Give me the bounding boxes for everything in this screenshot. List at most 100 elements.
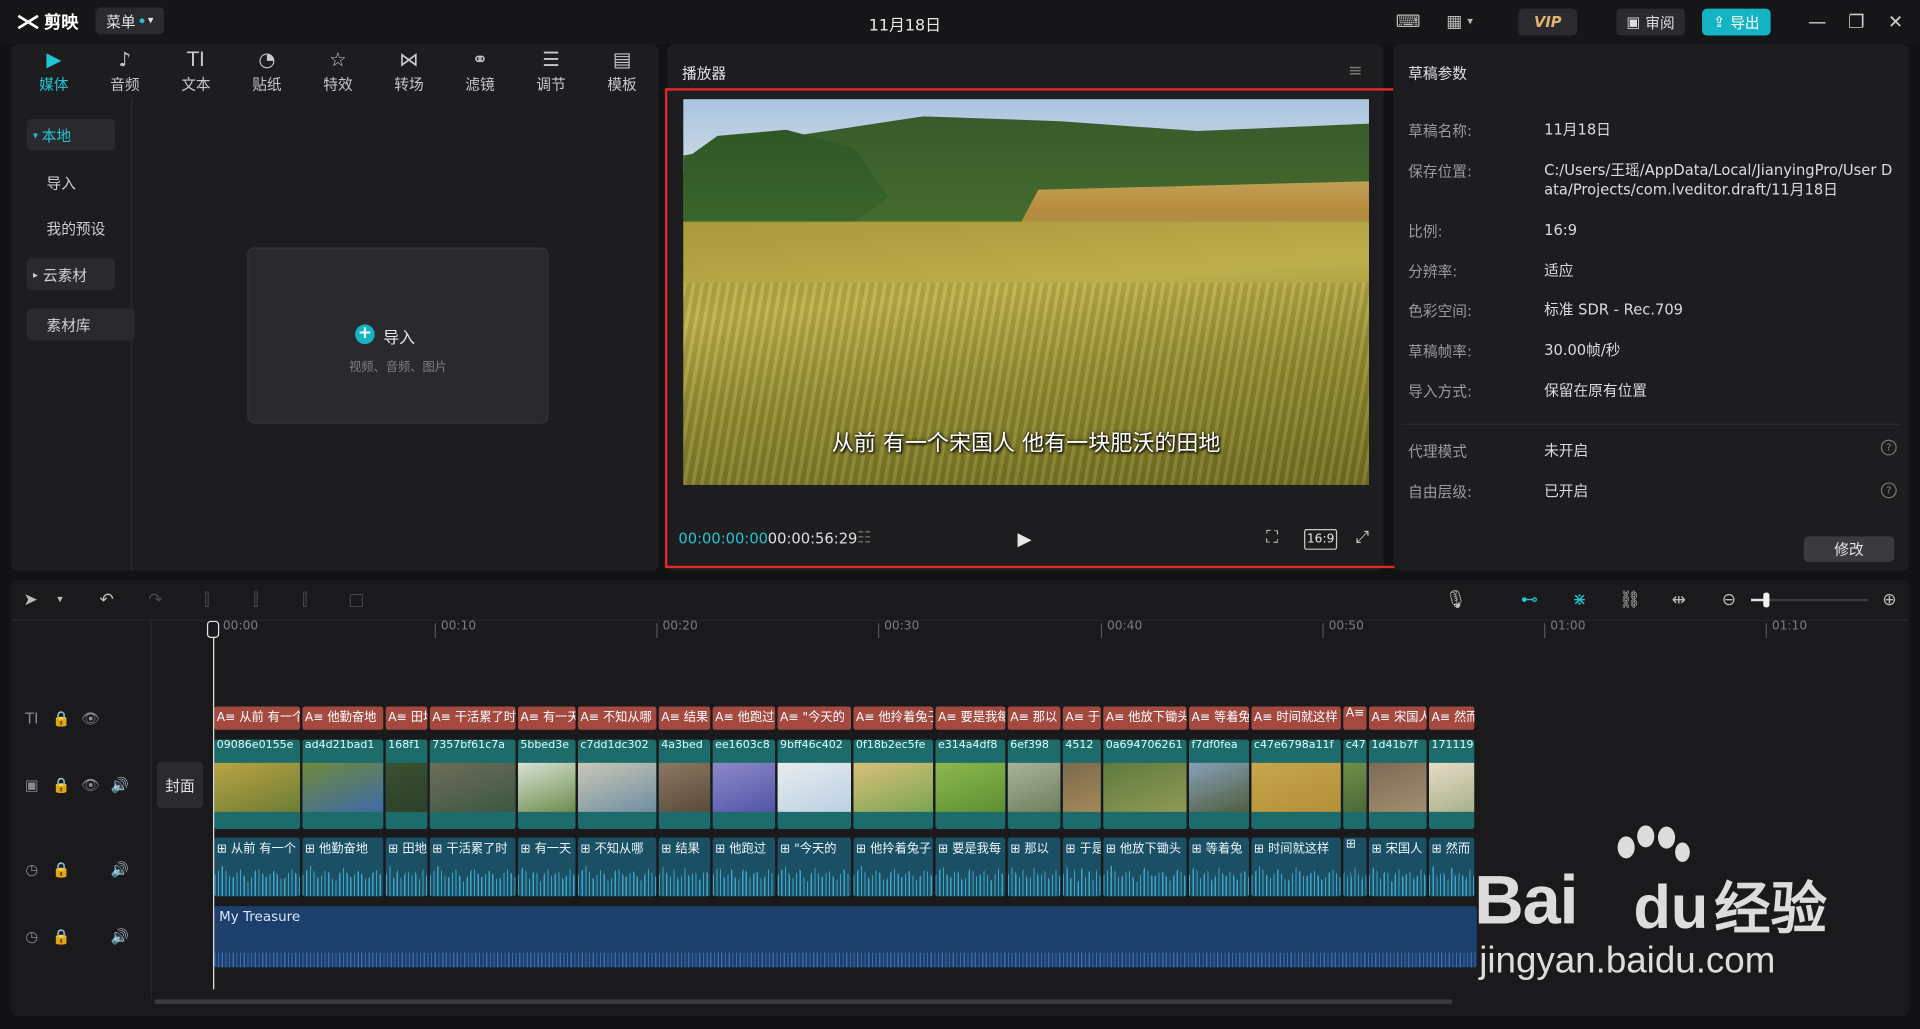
tab-audio[interactable]: ♪ 音频 xyxy=(89,44,160,98)
audio-clip[interactable]: ⊞ 结果 xyxy=(658,837,711,897)
audio-clip[interactable]: ⊞ 宋国人 xyxy=(1368,837,1427,897)
audio-clip[interactable]: ⊞ 田地 xyxy=(385,837,428,897)
text-clip[interactable]: A≡ 等着兔 xyxy=(1188,706,1249,730)
text-clip[interactable]: A≡ 要是我每 xyxy=(935,706,1006,730)
tab-sticker[interactable]: ◔ 贴纸 xyxy=(231,44,302,98)
player-menu-icon[interactable]: ≡ xyxy=(1348,61,1362,81)
text-clip[interactable]: A≡ 于是 xyxy=(1062,706,1101,730)
keyboard-shortcut-icon[interactable]: ⌨ xyxy=(1396,11,1421,33)
text-clip[interactable]: A≡ 田地 xyxy=(385,706,428,730)
text-clip[interactable]: A≡ 有一天 xyxy=(517,706,576,730)
audio-clip[interactable]: ⊞ 时间就这样 xyxy=(1251,837,1341,897)
audio-clip[interactable]: ⊞ 要是我每 xyxy=(935,837,1006,897)
tab-effects[interactable]: ☆ 特效 xyxy=(302,44,373,98)
delete-icon[interactable]: □ xyxy=(345,590,367,610)
tab-text[interactable]: TI 文本 xyxy=(160,44,231,98)
split-left-icon[interactable]: ⫿ xyxy=(245,590,267,610)
fit-screen-icon[interactable]: ⛶ xyxy=(1266,528,1278,548)
sidebar-item-local[interactable]: ▾ 本地 xyxy=(26,118,116,151)
tab-adjust[interactable]: ☰ 调节 xyxy=(516,44,587,98)
menu-button[interactable]: 菜单 ▾ xyxy=(95,7,165,35)
video-clip[interactable]: 09086e0155e xyxy=(214,739,301,829)
select-cursor-icon[interactable]: ➤ xyxy=(20,590,42,610)
video-clip[interactable]: 7357bf61c7a xyxy=(429,739,516,829)
video-clip[interactable]: 168f1 xyxy=(385,739,428,829)
audio-clip[interactable]: ⊞ "今天的 xyxy=(777,837,852,897)
audio-clip[interactable]: ⊞ 他拎着兔子 xyxy=(853,837,934,897)
text-clip[interactable]: A≡ 他勤奋地 xyxy=(302,706,384,730)
video-clip[interactable]: 5bbed3e xyxy=(517,739,576,829)
export-button[interactable]: ⇪ 导出 xyxy=(1702,8,1771,36)
eye-icon[interactable]: 👁 xyxy=(81,710,101,727)
text-clip[interactable]: A≡ 从前 有一个 xyxy=(214,706,301,730)
lock-icon[interactable]: 🔒 xyxy=(51,776,71,793)
text-clip[interactable]: A≡ 结果 xyxy=(658,706,711,730)
video-clip[interactable]: f7df0fea xyxy=(1188,739,1249,829)
auto-snap-icon[interactable]: ⋇ xyxy=(1566,590,1593,610)
preview-axis-icon[interactable]: ⇹ xyxy=(1665,590,1692,610)
eye-icon[interactable]: 👁 xyxy=(81,776,101,793)
audio-clip[interactable]: ⊞ 他放下锄头 xyxy=(1103,837,1187,897)
lock-icon[interactable]: 🔒 xyxy=(51,928,71,945)
video-clip[interactable]: 9bff46c402 xyxy=(777,739,852,829)
tab-media[interactable]: ▶ 媒体 xyxy=(18,44,89,98)
video-clip[interactable]: c7dd1dc302 xyxy=(577,739,657,829)
import-card[interactable]: + 导入 视频、音频、图片 xyxy=(247,247,549,424)
text-clip[interactable]: A≡ 那以 xyxy=(1007,706,1061,730)
video-clip[interactable]: 171119 xyxy=(1428,739,1475,829)
text-clip[interactable]: A≡ 他跑过 xyxy=(712,706,776,730)
fullscreen-icon[interactable]: ⤢ xyxy=(1356,528,1370,548)
edit-button[interactable]: 修改 xyxy=(1803,536,1895,563)
video-clip[interactable]: 4512 xyxy=(1062,739,1101,829)
video-clip[interactable]: 1d41b7f xyxy=(1368,739,1427,829)
volume-icon[interactable]: 🔊 xyxy=(110,928,130,945)
zoom-slider-handle[interactable] xyxy=(1763,592,1770,608)
lock-icon[interactable]: 🔒 xyxy=(51,861,71,878)
help-icon[interactable]: ? xyxy=(1880,482,1897,499)
main-track-magnet-icon[interactable]: ⊷ xyxy=(1516,590,1543,610)
link-icon[interactable]: ⛓ xyxy=(1616,590,1643,610)
text-clip[interactable]: A≡ 然而 xyxy=(1428,706,1475,730)
audio-clip[interactable]: ⊞ 于是 xyxy=(1062,837,1101,897)
video-clip[interactable]: 0a694706261 xyxy=(1103,739,1187,829)
split-right-icon[interactable]: ⫿ xyxy=(294,590,316,610)
zoom-in-icon[interactable]: ⊕ xyxy=(1878,590,1900,610)
close-icon[interactable]: ✕ xyxy=(1883,10,1907,34)
cover-button[interactable]: 封面 xyxy=(156,761,204,809)
layout-icon[interactable]: ▦ ▾ xyxy=(1440,11,1479,33)
playhead-handle[interactable] xyxy=(206,620,220,638)
audio-clip[interactable]: ⊞ 干活累了时 xyxy=(429,837,516,897)
sidebar-item-library[interactable]: 素材库 xyxy=(26,308,135,341)
microphone-icon[interactable]: 🎙 xyxy=(1445,590,1467,610)
video-clip[interactable]: ad4d21bad1 xyxy=(302,739,384,829)
video-clip[interactable]: c47e6798a11f xyxy=(1251,739,1341,829)
minimize-icon[interactable]: — xyxy=(1805,10,1829,34)
audio-clip[interactable]: ⊞ 他勤奋地 xyxy=(302,837,384,897)
volume-icon[interactable]: 🔊 xyxy=(110,776,130,793)
split-icon[interactable]: ⫿ xyxy=(196,590,218,610)
text-clip[interactable]: A≡ xyxy=(1343,706,1367,730)
chevron-down-icon[interactable]: ▾ xyxy=(49,590,71,610)
audio-clip[interactable]: ⊞ 有一天 xyxy=(517,837,576,897)
text-clip[interactable]: A≡ "今天的 xyxy=(777,706,852,730)
lock-icon[interactable]: 🔒 xyxy=(51,710,71,727)
audio-clip[interactable]: ⊞ xyxy=(1343,837,1367,897)
video-clip[interactable]: 4a3bed xyxy=(658,739,711,829)
timeline-list-icon[interactable]: ☷ xyxy=(857,529,871,547)
audio-clip[interactable]: ⊞ 等着兔 xyxy=(1188,837,1249,897)
vip-button[interactable]: VIP xyxy=(1518,8,1578,36)
sidebar-item-import[interactable]: 导入 xyxy=(27,167,135,199)
music-clip[interactable]: My Treasure xyxy=(214,906,1477,968)
audio-clip[interactable]: ⊞ 那以 xyxy=(1007,837,1061,897)
tab-template[interactable]: ▤ 模板 xyxy=(587,44,658,98)
text-clip[interactable]: A≡ 宋国人 xyxy=(1368,706,1427,730)
video-clip[interactable]: 6ef398 xyxy=(1007,739,1061,829)
tab-filter[interactable]: ⚭ 滤镜 xyxy=(444,44,515,98)
video-clip[interactable]: c47 xyxy=(1343,739,1367,829)
sidebar-item-my-presets[interactable]: 我的预设 xyxy=(27,212,135,244)
text-clip[interactable]: A≡ 时间就这样 xyxy=(1251,706,1341,730)
aspect-ratio-button[interactable]: 16:9 xyxy=(1304,528,1338,550)
video-clip[interactable]: 0f18b2ec5fe xyxy=(853,739,934,829)
sidebar-item-cloud[interactable]: ▸ 云素材 xyxy=(26,258,116,291)
video-clip[interactable]: e314a4df8 xyxy=(935,739,1006,829)
